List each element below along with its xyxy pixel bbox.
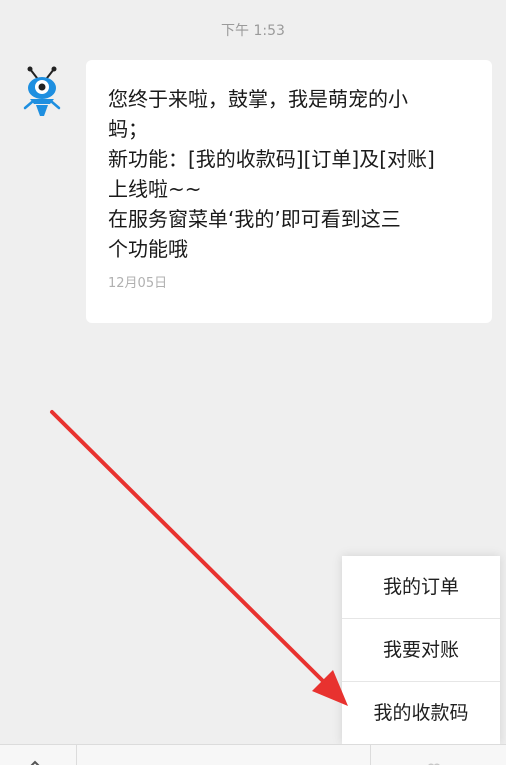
chat-screen: 下午 1:53 您终于来啦，鼓掌，我是萌宠的小 蚂； 新功能：[我的收款码][订… <box>0 0 506 765</box>
ant-mascot-icon[interactable] <box>20 66 64 120</box>
chevron-up-icon[interactable] <box>26 755 44 765</box>
service-menu-popup: 我的订单 我要对账 我的收款码 <box>342 556 500 744</box>
menu-item-my-orders[interactable]: 我的订单 <box>342 556 500 619</box>
menu-bar-divider <box>76 745 77 765</box>
menu-item-my-payment-code[interactable]: 我的收款码 <box>342 682 500 744</box>
message-text: 您终于来啦，鼓掌，我是萌宠的小 蚂； 新功能：[我的收款码][订单]及[对账] … <box>108 87 435 261</box>
message-bubble: 您终于来啦，鼓掌，我是萌宠的小 蚂； 新功能：[我的收款码][订单]及[对账] … <box>86 60 492 323</box>
heart-outline-icon[interactable] <box>424 755 444 765</box>
menu-bar-divider <box>370 745 371 765</box>
message-date: 12月05日 <box>108 276 168 291</box>
time-divider: 下午 1:53 <box>221 23 285 39</box>
service-menu-bar <box>0 744 506 765</box>
menu-item-reconcile[interactable]: 我要对账 <box>342 619 500 682</box>
